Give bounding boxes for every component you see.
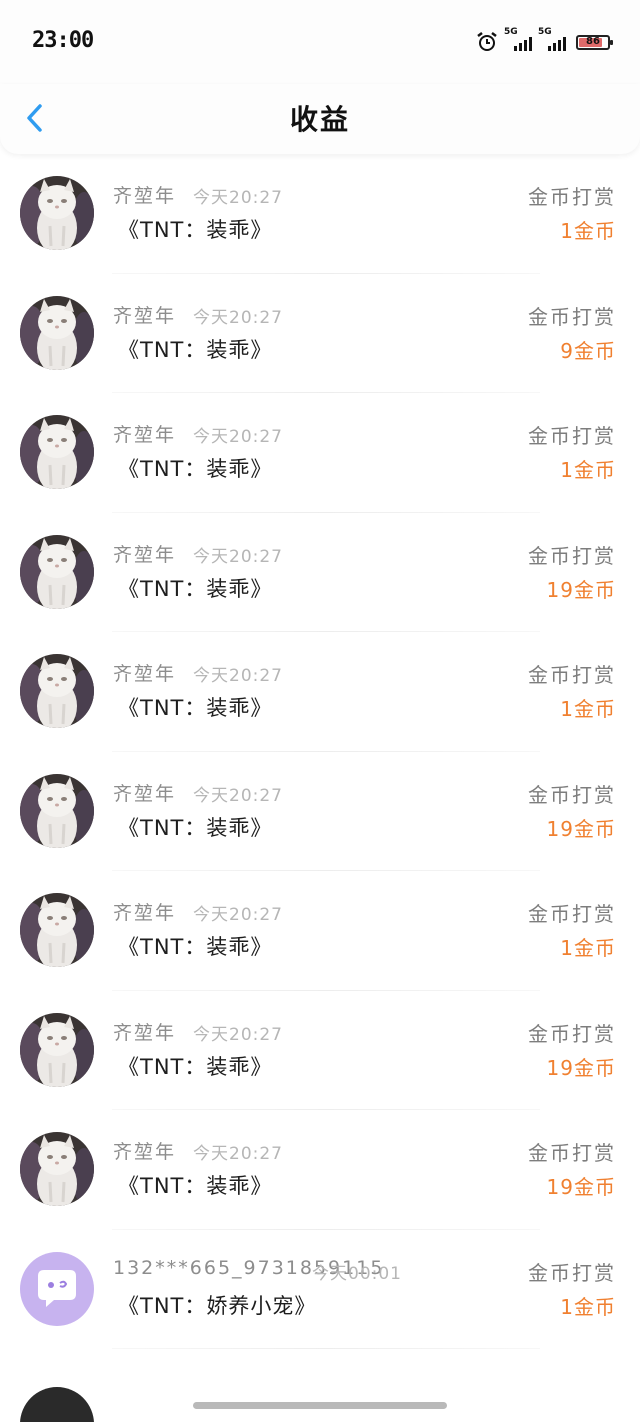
avatar[interactable] <box>20 295 94 370</box>
reward-amount: 1金币 <box>560 697 616 721</box>
timestamp: 今天20:27 <box>193 546 283 567</box>
sender-name: 齐堃年 <box>113 185 177 207</box>
timestamp: 今天20:27 <box>193 307 283 328</box>
reward-type: 金币打赏 <box>528 1260 616 1285</box>
avatar[interactable] <box>20 534 94 609</box>
sender-name: 齐堃年 <box>113 1141 177 1163</box>
battery-icon: 86 <box>576 34 613 50</box>
sender-name: 齐堃年 <box>113 902 177 924</box>
work-title: 《TNT：装乖》 <box>118 696 273 720</box>
timestamp: 今天20:27 <box>193 785 283 806</box>
timestamp: 今天20:27 <box>193 905 283 925</box>
list-item[interactable]: 齐堃年 今天20:27 《TNT：装乖》 金币打赏 19金币 <box>0 752 640 871</box>
reward-type: 金币打赏 <box>528 663 616 687</box>
avatar[interactable] <box>20 415 94 489</box>
row-divider <box>112 1348 540 1349</box>
reward-amount: 1金币 <box>560 219 616 243</box>
sender-name: 齐堃年 <box>113 304 177 327</box>
battery-level: 86 <box>586 35 600 47</box>
page-header: 收益 <box>0 84 640 154</box>
sender-name: 齐堃年 <box>113 543 177 566</box>
timestamp: 今天20:27 <box>193 666 283 686</box>
list-item[interactable]: 齐堃年 今天20:27 《TNT：装乖》 金币打赏 19金币 <box>0 513 640 632</box>
work-title: 《TNT：装乖》 <box>118 1174 273 1198</box>
reward-type: 金币打赏 <box>528 902 616 926</box>
avatar[interactable] <box>20 1251 94 1326</box>
alarm-clock-icon <box>477 32 497 51</box>
list-item[interactable]: 齐堃年 今天20:27 《TNT：装乖》 金币打赏 19金币 <box>0 1110 640 1230</box>
work-title: 《TNT：装乖》 <box>118 457 273 481</box>
chat-bubble-avatar-icon <box>20 1251 94 1326</box>
reward-type: 金币打赏 <box>528 304 616 329</box>
timestamp: 今天20:27 <box>193 427 283 447</box>
sender-name: 齐堃年 <box>113 424 177 446</box>
list-item[interactable]: 齐堃年 今天20:27 《TNT：装乖》 金币打赏 1金币 <box>0 871 640 991</box>
list-item[interactable]: 齐堃年 今天20:27 《TNT：装乖》 金币打赏 1金币 <box>0 632 640 752</box>
avatar[interactable] <box>20 893 94 967</box>
reward-amount: 1金币 <box>560 1294 616 1319</box>
reward-amount: 19金币 <box>546 816 616 841</box>
avatar <box>20 1387 94 1422</box>
avatar[interactable] <box>20 176 94 250</box>
reward-type: 金币打赏 <box>528 424 616 448</box>
list-item[interactable]: 齐堃年 今天20:27 《TNT：装乖》 金币打赏 19金币 <box>0 991 640 1110</box>
network-type-1: 5G <box>504 27 518 37</box>
timestamp: 今天20:27 <box>193 1144 283 1164</box>
home-indicator[interactable] <box>193 1402 447 1409</box>
sender-name: 齐堃年 <box>113 663 177 685</box>
avatar[interactable] <box>20 654 94 728</box>
list-item[interactable]: 齐堃年 今天20:27 《TNT：装乖》 金币打赏 9金币 <box>0 274 640 393</box>
signal-1-icon: 5G <box>504 27 532 53</box>
list-item-partial[interactable] <box>0 1374 640 1422</box>
status-time: 23:00 <box>32 28 94 53</box>
network-type-2: 5G <box>538 27 552 37</box>
work-title: 《TNT：装乖》 <box>118 1054 273 1079</box>
status-icons: 5G 5G 86 <box>476 27 613 55</box>
status-bar: 23:00 5G 5G 86 <box>0 0 640 84</box>
reward-type: 金币打赏 <box>528 543 616 568</box>
reward-type: 金币打赏 <box>528 782 616 807</box>
list-item[interactable]: 132***665_9731859115 今天00:01 《TNT：娇养小宠》 金币打… <box>0 1230 640 1349</box>
avatar[interactable] <box>20 773 94 848</box>
list-item[interactable]: 齐堃年 今天20:27 《TNT：装乖》 金币打赏 1金币 <box>0 154 640 274</box>
reward-amount: 19金币 <box>546 577 616 602</box>
timestamp: 今天00:01 <box>312 1263 402 1284</box>
sender-name: 齐堃年 <box>113 782 177 805</box>
timestamp: 今天20:27 <box>193 188 283 208</box>
signal-2-icon: 5G <box>538 27 566 53</box>
work-title: 《TNT：装乖》 <box>118 815 273 840</box>
work-title: 《TNT：装乖》 <box>118 218 273 242</box>
reward-amount: 1金币 <box>560 936 616 960</box>
avatar[interactable] <box>20 1012 94 1087</box>
reward-amount: 19金币 <box>546 1055 616 1080</box>
work-title: 《TNT：装乖》 <box>118 337 273 362</box>
reward-type: 金币打赏 <box>528 185 616 209</box>
reward-type: 金币打赏 <box>528 1141 616 1165</box>
list-item[interactable]: 齐堃年 今天20:27 《TNT：装乖》 金币打赏 1金币 <box>0 393 640 513</box>
reward-amount: 19金币 <box>546 1175 616 1199</box>
page-title: 收益 <box>289 103 350 136</box>
reward-amount: 1金币 <box>560 458 616 482</box>
reward-amount: 9金币 <box>560 338 616 363</box>
work-title: 《TNT：装乖》 <box>118 576 273 601</box>
sender-name: 齐堃年 <box>113 1021 177 1044</box>
earnings-list: 齐堃年 今天20:27 《TNT：装乖》 金币打赏 1金币 齐堃年 今天20:27 《TNT… <box>0 154 640 1349</box>
work-title: 《TNT：娇养小宠》 <box>118 1293 317 1318</box>
timestamp: 今天20:27 <box>193 1024 283 1045</box>
work-title: 《TNT：装乖》 <box>118 935 273 959</box>
avatar[interactable] <box>20 1132 94 1206</box>
reward-type: 金币打赏 <box>528 1021 616 1046</box>
